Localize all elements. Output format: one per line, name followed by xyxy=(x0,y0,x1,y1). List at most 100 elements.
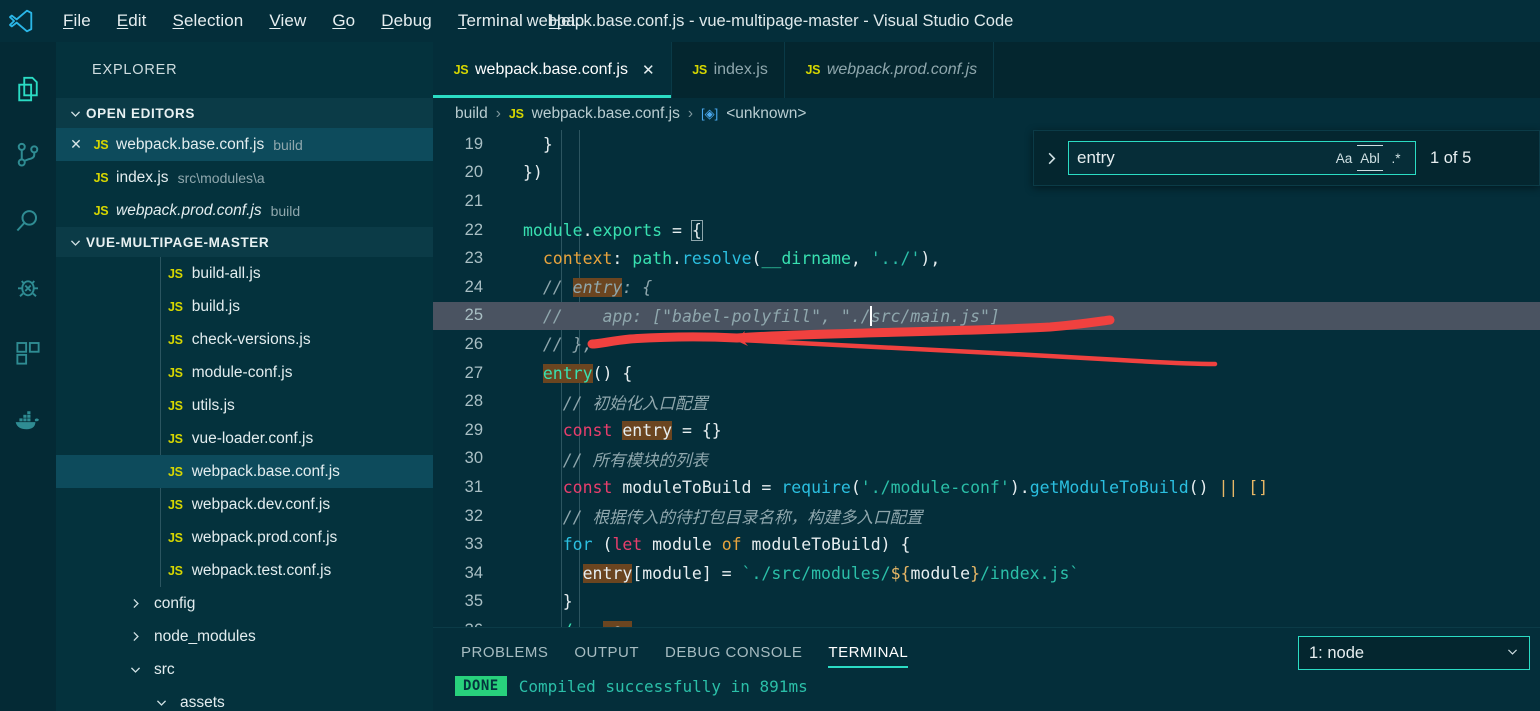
code-token: for xyxy=(562,535,593,555)
menu-item-go[interactable]: Go xyxy=(319,7,368,35)
open-editors-list: ✕ JS webpack.base.conf.js build JS index.js sr… xyxy=(56,128,433,227)
code-line[interactable]: 21 xyxy=(433,187,1540,216)
close-icon[interactable]: ✕ xyxy=(642,61,655,79)
tree-file[interactable]: JS check-versions.js xyxy=(56,323,433,356)
menu-item-edit[interactable]: Edit xyxy=(104,7,160,35)
menu-item-file[interactable]: File xyxy=(50,7,104,35)
code-token: () xyxy=(1188,477,1219,497)
source-control-icon[interactable] xyxy=(0,122,56,188)
editor-tab-label: index.js xyxy=(713,61,768,78)
code-token: getModuleToBuild xyxy=(1029,477,1189,497)
js-file-icon: JS xyxy=(93,203,109,218)
match-case-icon[interactable]: Aa xyxy=(1331,146,1357,170)
chevron-right-icon[interactable] xyxy=(1034,151,1068,166)
tree-file-label: module-conf.js xyxy=(191,363,293,381)
breadcrumb-folder[interactable]: build xyxy=(455,105,488,123)
menu-item-selection[interactable]: Selection xyxy=(160,7,257,35)
code-line[interactable]: 24 // entry: { xyxy=(433,273,1540,302)
code-token: ). xyxy=(1009,477,1030,497)
code-token: require xyxy=(781,477,851,497)
extensions-icon[interactable] xyxy=(0,320,56,386)
tree-file[interactable]: JS module-conf.js xyxy=(56,356,433,389)
code-token: path xyxy=(632,249,673,269)
tree-folder-label: node_modules xyxy=(154,627,256,645)
tree-file[interactable]: JS build-all.js xyxy=(56,257,433,290)
code-line[interactable]: 26 // }, xyxy=(433,330,1540,359)
code-line[interactable]: 30 // 所有模块的列表 xyxy=(433,445,1540,474)
panel-tab[interactable]: PROBLEMS xyxy=(461,628,548,676)
section-project[interactable]: VUE-MULTIPAGE-MASTER xyxy=(56,227,433,257)
code-line[interactable]: 35 } xyxy=(433,588,1540,617)
tree-folder[interactable]: src xyxy=(56,653,433,686)
whole-word-icon[interactable]: Abl xyxy=(1357,145,1383,171)
tree-file-label: webpack.dev.conf.js xyxy=(191,495,331,513)
code-line[interactable]: 33 for (let module of moduleToBuild) { xyxy=(433,530,1540,559)
code-line[interactable]: 31 const moduleToBuild = require('./modu… xyxy=(433,473,1540,502)
code-token: entry xyxy=(542,363,593,383)
breadcrumb-separator-icon: › xyxy=(495,105,501,122)
section-open-editors[interactable]: OPEN EDITORS xyxy=(56,98,433,128)
tree-file-label: vue-loader.conf.js xyxy=(191,429,314,447)
close-icon[interactable]: ✕ xyxy=(64,136,88,153)
js-file-icon: JS xyxy=(692,63,707,77)
code-line[interactable]: 22 module.exports = { xyxy=(433,216,1540,245)
code-line[interactable]: 32 // 根据传入的待打包目录名称，构建多入口配置 xyxy=(433,502,1540,531)
code-line[interactable]: 27 entry() { xyxy=(433,359,1540,388)
tree-file[interactable]: JS utils.js xyxy=(56,389,433,422)
code-line[interactable]: 23 context: path.resolve(__dirname, '../… xyxy=(433,244,1540,273)
tree-file[interactable]: JS build.js xyxy=(56,290,433,323)
code-line[interactable]: 25 // app: ["babel-polyfill", "./src/mai… xyxy=(433,301,1540,331)
open-editor-item[interactable]: ✕ JS webpack.base.conf.js build xyxy=(56,128,433,161)
open-editor-path: build xyxy=(273,136,303,153)
docker-icon[interactable] xyxy=(0,386,56,452)
menu-item-terminal[interactable]: Terminal xyxy=(445,7,536,35)
tree-file[interactable]: JS webpack.base.conf.js xyxy=(56,455,433,488)
open-editor-item[interactable]: JS webpack.prod.conf.js build xyxy=(56,194,433,227)
section-project-label: VUE-MULTIPAGE-MASTER xyxy=(86,234,270,250)
find-input-box[interactable]: Aa Abl .* xyxy=(1068,141,1416,175)
tree-file[interactable]: JS vue-loader.conf.js xyxy=(56,422,433,455)
code-token: [] xyxy=(1248,477,1269,497)
debug-icon[interactable] xyxy=(0,254,56,320)
terminal-output[interactable]: DONE Compiled successfully in 891ms xyxy=(433,676,1540,696)
js-file-icon: JS xyxy=(805,63,821,77)
editor-tab[interactable]: JS webpack.prod.conf.js xyxy=(784,42,995,98)
panel-tab[interactable]: DEBUG CONSOLE xyxy=(665,628,802,676)
panel-tab[interactable]: OUTPUT xyxy=(574,628,639,676)
code-line[interactable]: 34 entry[module] = `./src/modules/${modu… xyxy=(433,559,1540,588)
breadcrumb-file[interactable]: webpack.base.conf.js xyxy=(532,105,680,123)
tree-file[interactable]: JS webpack.prod.conf.js xyxy=(56,521,433,554)
tree-folder[interactable]: node_modules xyxy=(56,620,433,653)
code-token: : xyxy=(612,249,633,269)
editor-tab[interactable]: JS webpack.base.conf.js ✕ xyxy=(433,42,672,98)
tree-folder[interactable]: assets xyxy=(56,686,433,711)
editor-area: JS webpack.base.conf.js ✕ JS index.js JS webpa… xyxy=(433,42,1540,711)
open-editor-item[interactable]: JS index.js src\modules\a xyxy=(56,161,433,194)
code-line[interactable]: 28 // 初始化入口配置 xyxy=(433,387,1540,416)
code-text: // app: ["babel-polyfill", "./src/main.j… xyxy=(505,305,1540,326)
explorer-icon[interactable] xyxy=(0,56,56,122)
tree-file[interactable]: JS webpack.dev.conf.js xyxy=(56,488,433,521)
menu-item-help[interactable]: Help xyxy=(536,7,597,35)
find-input[interactable] xyxy=(1075,147,1331,169)
code-token: moduleToBuild = xyxy=(612,477,782,497)
search-icon[interactable] xyxy=(0,188,56,254)
editor-tab[interactable]: JS index.js xyxy=(671,42,785,98)
code-token: '../' xyxy=(870,249,921,269)
terminal-selector[interactable]: 1: node xyxy=(1298,636,1530,670)
menu-bar: File Edit Selection View Go Debug Terminal Help xyxy=(50,7,597,35)
tree-file[interactable]: JS webpack.test.conf.js xyxy=(56,554,433,587)
code-line[interactable]: 29 const entry = {} xyxy=(433,416,1540,445)
menu-item-view[interactable]: View xyxy=(256,7,319,35)
tree-folder[interactable]: config xyxy=(56,587,433,620)
panel-tab[interactable]: TERMINAL xyxy=(828,628,909,676)
menu-item-debug[interactable]: Debug xyxy=(368,7,445,35)
code-text: for (let module of moduleToBuild) { xyxy=(505,535,1540,554)
regex-icon[interactable]: .* xyxy=(1383,146,1409,170)
code-editor[interactable]: 19 } 20}) 21 22 module.exports = {23 context… xyxy=(433,130,1540,661)
find-widget[interactable]: Aa Abl .* 1 of 5 xyxy=(1033,130,1540,186)
code-token: /index.js` xyxy=(980,563,1080,583)
breadcrumb-symbol[interactable]: <unknown> xyxy=(726,105,806,123)
